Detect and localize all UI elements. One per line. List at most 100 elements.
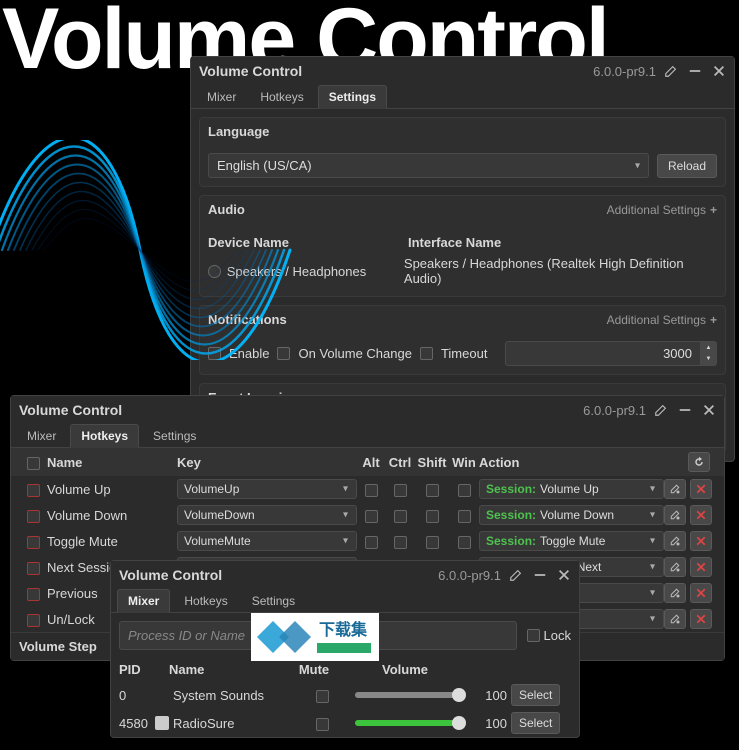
notifications-additional-link[interactable]: Additional Settings + (607, 313, 717, 327)
mixer-row: 4580 RadioSure 100 Select (111, 709, 579, 737)
col-mute: Mute (289, 662, 339, 677)
app-icon (155, 716, 169, 730)
mute-checkbox[interactable] (316, 718, 329, 731)
edit-action-button[interactable] (664, 557, 686, 577)
edit-icon[interactable] (664, 64, 678, 78)
col-volume: Volume (339, 662, 471, 677)
edit-action-button[interactable] (664, 583, 686, 603)
close-icon[interactable] (557, 568, 571, 582)
tab-mixer[interactable]: Mixer (117, 589, 170, 613)
edit-icon[interactable] (654, 403, 668, 417)
close-icon[interactable] (702, 403, 716, 417)
window-title: Volume Control (19, 402, 583, 418)
select-button[interactable]: Select (511, 712, 560, 734)
tab-hotkeys[interactable]: Hotkeys (70, 424, 139, 448)
col-pid: PID (119, 662, 169, 677)
delete-row-button[interactable] (690, 609, 712, 629)
lock-checkbox[interactable] (527, 629, 540, 642)
edit-action-button[interactable] (664, 531, 686, 551)
mixer-row: 0 System Sounds 100 Select (111, 681, 579, 709)
watermark-logo: 下载集 (251, 613, 379, 661)
win-checkbox[interactable] (458, 510, 471, 523)
action-select[interactable]: Session:Volume Up (479, 479, 664, 499)
minimize-icon[interactable] (688, 64, 702, 78)
action-select[interactable]: Session:Toggle Mute (479, 531, 664, 551)
delete-row-button[interactable] (690, 531, 712, 551)
row-checkbox[interactable] (27, 536, 40, 549)
row-checkbox[interactable] (27, 484, 40, 497)
tab-settings[interactable]: Settings (143, 425, 206, 447)
edit-icon[interactable] (509, 568, 523, 582)
notifications-label: Notifications (208, 312, 287, 327)
tab-mixer[interactable]: Mixer (17, 425, 66, 447)
row-checkbox[interactable] (27, 510, 40, 523)
row-checkbox[interactable] (27, 588, 40, 601)
volume-slider[interactable] (355, 720, 459, 726)
col-action: Action (479, 455, 688, 470)
tab-hotkeys[interactable]: Hotkeys (250, 86, 313, 108)
notif-enable-label: Enable (229, 346, 269, 361)
refresh-button[interactable] (688, 452, 710, 472)
notif-timeout-checkbox[interactable] (420, 347, 433, 360)
close-icon[interactable] (712, 64, 726, 78)
col-win: Win (449, 455, 479, 470)
minimize-icon[interactable] (678, 403, 692, 417)
notif-enable-checkbox[interactable] (208, 347, 221, 360)
row-checkbox[interactable] (27, 562, 40, 575)
key-select[interactable]: VolumeDown (177, 505, 357, 525)
timeout-input[interactable]: 3000 (505, 341, 701, 366)
device-radio[interactable] (208, 265, 221, 278)
col-key: Key (177, 455, 357, 470)
edit-action-button[interactable] (664, 505, 686, 525)
pid-cell: 0 (119, 688, 169, 703)
tab-settings[interactable]: Settings (242, 590, 305, 612)
minimize-icon[interactable] (533, 568, 547, 582)
alt-checkbox[interactable] (365, 536, 378, 549)
delete-row-button[interactable] (690, 479, 712, 499)
shift-checkbox[interactable] (426, 484, 439, 497)
tab-hotkeys[interactable]: Hotkeys (174, 590, 237, 612)
hotkey-name: Volume Up (47, 482, 177, 497)
volume-step-label: Volume Step (19, 639, 97, 654)
reload-button[interactable]: Reload (657, 154, 717, 178)
shift-checkbox[interactable] (426, 510, 439, 523)
edit-action-button[interactable] (664, 479, 686, 499)
select-button[interactable]: Select (511, 684, 560, 706)
ctrl-checkbox[interactable] (394, 536, 407, 549)
alt-checkbox[interactable] (365, 484, 378, 497)
volume-slider[interactable] (355, 692, 459, 698)
device-name-header: Device Name (208, 235, 408, 250)
col-ctrl: Ctrl (385, 455, 415, 470)
notif-onchange-checkbox[interactable] (277, 347, 290, 360)
hotkey-name: Volume Down (47, 508, 177, 523)
delete-row-button[interactable] (690, 505, 712, 525)
delete-row-button[interactable] (690, 557, 712, 577)
row-checkbox[interactable] (27, 614, 40, 627)
device-name: Speakers / Headphones (227, 264, 398, 279)
select-all-checkbox[interactable] (27, 457, 40, 470)
tab-settings[interactable]: Settings (318, 85, 387, 109)
edit-action-button[interactable] (664, 609, 686, 629)
pid-cell: 4580 (119, 716, 169, 731)
language-select[interactable]: English (US/CA) (208, 153, 649, 178)
shift-checkbox[interactable] (426, 536, 439, 549)
timeout-up[interactable]: ▲ (701, 342, 716, 354)
action-select[interactable]: Session:Volume Down (479, 505, 664, 525)
interface-name-header: Interface Name (408, 235, 501, 250)
win-checkbox[interactable] (458, 536, 471, 549)
alt-checkbox[interactable] (365, 510, 378, 523)
tab-mixer[interactable]: Mixer (197, 86, 246, 108)
window-title: Volume Control (199, 63, 593, 79)
audio-additional-link[interactable]: Additional Settings + (607, 203, 717, 217)
delete-row-button[interactable] (690, 583, 712, 603)
key-select[interactable]: VolumeMute (177, 531, 357, 551)
language-label: Language (208, 124, 269, 139)
key-select[interactable]: VolumeUp (177, 479, 357, 499)
ctrl-checkbox[interactable] (394, 510, 407, 523)
mute-checkbox[interactable] (316, 690, 329, 703)
volume-value: 100 (467, 716, 507, 731)
ctrl-checkbox[interactable] (394, 484, 407, 497)
volume-value: 100 (467, 688, 507, 703)
win-checkbox[interactable] (458, 484, 471, 497)
timeout-down[interactable]: ▼ (701, 354, 716, 366)
